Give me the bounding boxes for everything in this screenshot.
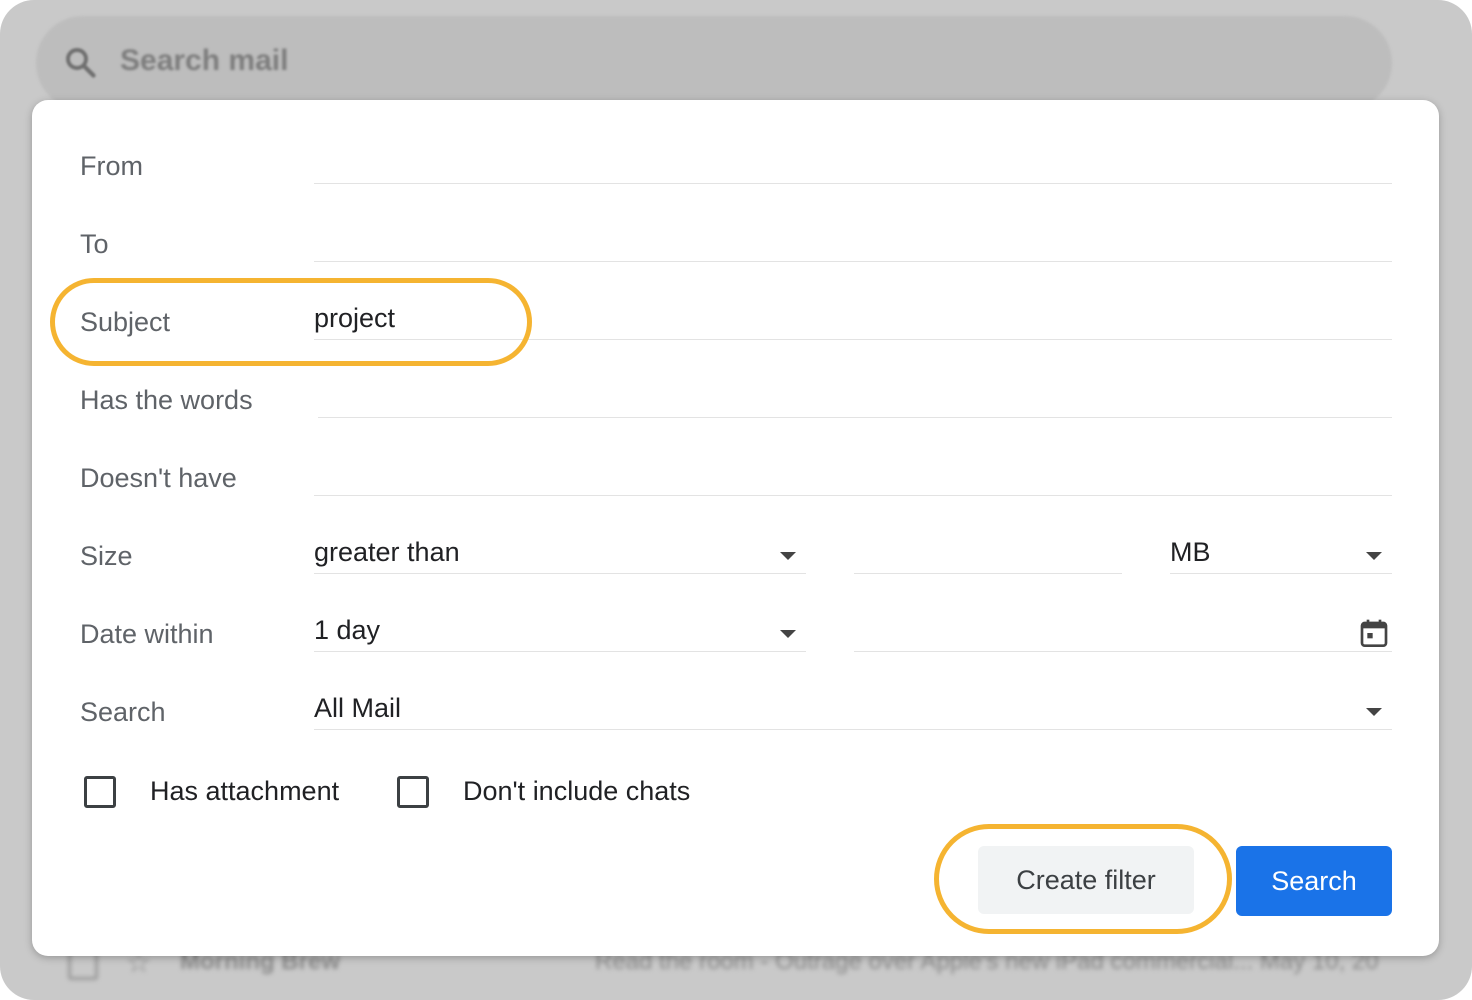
size-label: Size	[80, 541, 133, 571]
calendar-icon[interactable]	[1358, 616, 1390, 650]
size-operator-select[interactable]: greater than	[314, 534, 806, 574]
to-label: To	[80, 229, 109, 259]
dropdown-caret-icon	[1366, 708, 1382, 716]
advanced-search-dialog: From To Subject project Has the words Do…	[32, 100, 1439, 956]
create-filter-highlight-outline	[934, 824, 1232, 934]
has-words-label: Has the words	[80, 385, 253, 415]
date-within-select[interactable]: 1 day	[314, 612, 806, 652]
has-attachment-checkbox[interactable]	[84, 776, 116, 808]
app-frame: Search mail ☆ Morning Brew Read the room…	[0, 0, 1472, 1000]
search-scope-select[interactable]: All Mail	[314, 690, 1392, 730]
from-input[interactable]	[314, 144, 1392, 184]
search-scope-value: All Mail	[314, 693, 402, 723]
size-amount-input[interactable]	[854, 534, 1122, 574]
subject-highlight-outline	[50, 278, 532, 366]
to-input[interactable]	[314, 222, 1392, 262]
from-label: From	[80, 151, 143, 181]
dropdown-caret-icon	[780, 630, 796, 638]
date-input[interactable]	[854, 612, 1392, 652]
search-icon	[66, 48, 96, 78]
doesnt-have-label: Doesn't have	[80, 463, 237, 493]
size-operator-value: greater than	[314, 537, 460, 567]
search-scope-label: Search	[80, 697, 166, 727]
background-search-placeholder: Search mail	[120, 44, 289, 77]
size-unit-value: MB	[1170, 537, 1211, 567]
search-button[interactable]: Search	[1236, 846, 1392, 916]
dropdown-caret-icon	[1366, 552, 1382, 560]
doesnt-have-input[interactable]	[314, 456, 1392, 496]
dropdown-caret-icon	[780, 552, 796, 560]
dont-include-chats-checkbox[interactable]	[397, 776, 429, 808]
has-attachment-label[interactable]: Has attachment	[150, 775, 339, 807]
has-words-input[interactable]	[318, 378, 1392, 418]
dont-include-chats-label[interactable]: Don't include chats	[463, 775, 690, 807]
date-within-value: 1 day	[314, 615, 381, 645]
date-within-label: Date within	[80, 619, 214, 649]
size-unit-select[interactable]: MB	[1170, 534, 1392, 574]
